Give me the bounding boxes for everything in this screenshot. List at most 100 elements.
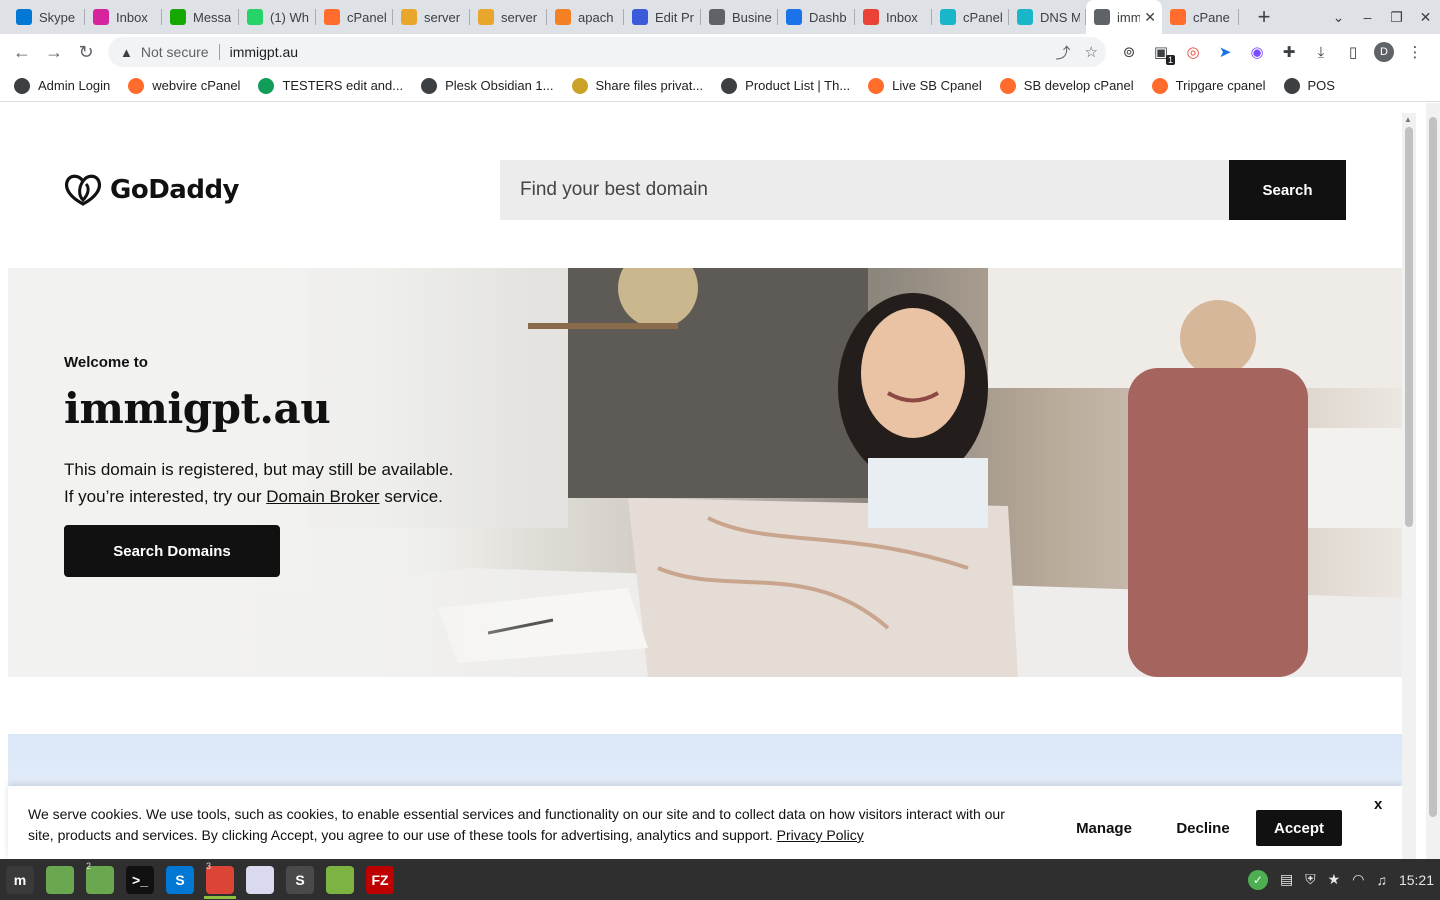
taskbar-app[interactable] xyxy=(40,859,80,900)
extension-icon[interactable]: ⊚ xyxy=(1118,41,1140,63)
skype-icon xyxy=(16,9,32,25)
bookmark-item[interactable]: Product List | Th... xyxy=(721,77,851,94)
page-scrollbar[interactable]: ▲ xyxy=(1402,113,1416,859)
back-icon[interactable]: ← xyxy=(6,36,38,68)
browser-tab[interactable]: cPanel xyxy=(932,0,1009,34)
profile-avatar[interactable]: D xyxy=(1374,42,1394,62)
extension-badge-icon[interactable]: ▣ 1 xyxy=(1150,41,1175,65)
bookmark-item[interactable]: SB develop cPanel xyxy=(999,77,1134,94)
browser-tab[interactable]: Edit Pr xyxy=(624,0,701,34)
restore-icon[interactable]: ❐ xyxy=(1382,9,1411,26)
browser-tab[interactable]: DNS M xyxy=(1009,0,1086,34)
bookmark-item[interactable]: Plesk Obsidian 1... xyxy=(421,77,554,94)
scroll-up-icon[interactable]: ▲ xyxy=(1404,115,1412,124)
star-icon[interactable]: ★ xyxy=(1328,871,1341,888)
tab-label: server xyxy=(424,9,461,25)
sound-icon[interactable]: ♫ xyxy=(1376,872,1387,888)
tab-label: server xyxy=(501,9,538,25)
scrollbar-thumb[interactable] xyxy=(1405,127,1413,527)
cpanel-icon xyxy=(324,9,340,25)
cookie-text: We serve cookies. We use tools, such as … xyxy=(28,804,1028,846)
tab-label: Messa xyxy=(193,9,232,25)
close-tab-icon[interactable]: ✕ xyxy=(1140,9,1156,26)
browser-tab[interactable]: Skype xyxy=(8,0,85,34)
domain-broker-link[interactable]: Domain Broker xyxy=(266,487,379,506)
taskbar-app[interactable]: >_ xyxy=(120,859,160,900)
taskbar-app[interactable] xyxy=(320,859,360,900)
accept-cookies-button[interactable]: Accept xyxy=(1256,810,1342,846)
browser-tab[interactable]: Busine xyxy=(701,0,778,34)
taskbar-app[interactable]: FZ xyxy=(360,859,400,900)
taskbar-app[interactable]: S xyxy=(160,859,200,900)
extension-ring-icon[interactable]: ◉ xyxy=(1246,41,1268,63)
taskbar-app[interactable]: 3 xyxy=(200,859,240,900)
bookmark-star-icon[interactable]: ☆ xyxy=(1085,43,1098,61)
bookmark-label: webvire cPanel xyxy=(152,78,241,93)
side-panel-icon[interactable]: ▯ xyxy=(1342,41,1364,63)
godaddy-logo[interactable]: GoDaddy xyxy=(64,173,240,207)
new-tab-button[interactable]: + xyxy=(1247,0,1281,34)
browser-tab[interactable]: server xyxy=(470,0,547,34)
shield-icon[interactable]: ⛨ xyxy=(1305,871,1316,888)
bookmark-label: POS xyxy=(1307,78,1335,93)
bookmark-item[interactable]: webvire cPanel xyxy=(128,77,241,94)
extensions-puzzle-icon[interactable]: ✚ xyxy=(1278,41,1300,63)
download-icon[interactable]: ⤓ xyxy=(1310,41,1332,63)
taskbar-app[interactable]: 2 xyxy=(80,859,120,900)
bookmark-item[interactable]: Share files privat... xyxy=(571,77,703,94)
availability-message: This domain is registered, but may still… xyxy=(64,456,504,510)
search-domains-button[interactable]: Search Domains xyxy=(64,525,280,577)
skype-icon: S xyxy=(166,865,194,894)
decline-cookies-button[interactable]: Decline xyxy=(1168,810,1238,846)
browser-tab[interactable]: server xyxy=(393,0,470,34)
taskbar-app[interactable] xyxy=(240,859,280,900)
address-bar[interactable]: ▲ Not secure immigpt.au ⤴ ☆ xyxy=(108,37,1106,67)
warning-icon[interactable]: ▲ xyxy=(120,45,133,60)
search-button[interactable]: Search xyxy=(1229,160,1346,220)
extension-arrow-icon[interactable]: ➤ xyxy=(1214,41,1236,63)
minimize-icon[interactable]: – xyxy=(1353,9,1382,25)
share-icon[interactable]: ⤴ xyxy=(1056,42,1071,63)
tab-search-icon[interactable]: ⌄ xyxy=(1324,9,1353,26)
close-cookie-banner-button[interactable]: x xyxy=(1374,796,1382,813)
browser-tab[interactable]: Inbox xyxy=(85,0,162,34)
taskbar-app[interactable]: S xyxy=(280,859,320,900)
privacy-policy-link[interactable]: Privacy Policy xyxy=(777,827,864,843)
taskbar-app[interactable]: m xyxy=(0,859,40,900)
bookmark-item[interactable]: Admin Login xyxy=(14,77,110,94)
domain-search-input[interactable] xyxy=(500,160,1229,220)
whatsapp-icon xyxy=(247,9,263,25)
browser-tab[interactable]: apach xyxy=(547,0,624,34)
bookmark-item[interactable]: Tripgare cpanel xyxy=(1151,77,1266,94)
url-text[interactable]: immigpt.au xyxy=(230,44,298,60)
cpanel-icon xyxy=(999,77,1016,94)
browser-tab[interactable]: (1) Wh xyxy=(239,0,316,34)
reload-icon[interactable]: ↻ xyxy=(70,36,102,68)
browser-tab[interactable]: cPane xyxy=(1162,0,1239,34)
wifi-icon[interactable]: ◠ xyxy=(1352,871,1364,888)
sheets-icon xyxy=(258,77,275,94)
bookmark-item[interactable]: POS xyxy=(1283,77,1335,94)
clock[interactable]: 15:21 xyxy=(1399,872,1434,888)
security-label[interactable]: Not secure xyxy=(141,44,209,60)
extension-circle-icon[interactable]: ◎ xyxy=(1182,41,1204,63)
browser-tab[interactable]: cPanel xyxy=(316,0,393,34)
clipboard-icon[interactable]: ▤ xyxy=(1280,871,1293,888)
browser-tab[interactable]: Inbox xyxy=(855,0,932,34)
extensions-area: ⊚ ▣ 1 ◎ ➤ ◉ ✚ ⤓ ▯ D ⋮ xyxy=(1118,34,1426,70)
outer-scrollbar-thumb[interactable] xyxy=(1429,117,1437,817)
manage-cookies-button[interactable]: Manage xyxy=(1066,810,1142,846)
close-window-icon[interactable]: ✕ xyxy=(1411,9,1440,26)
bookmark-item[interactable]: Live SB Cpanel xyxy=(868,77,982,94)
brand-wordmark: GoDaddy xyxy=(110,175,240,205)
update-ok-icon[interactable]: ✓ xyxy=(1247,869,1268,890)
tab-active[interactable]: imm ✕ xyxy=(1086,0,1162,34)
tab-label: cPanel xyxy=(963,9,1003,25)
menu-kebab-icon[interactable]: ⋮ xyxy=(1404,41,1426,63)
outer-scrollbar[interactable] xyxy=(1426,103,1440,859)
browser-tab[interactable]: Messa xyxy=(162,0,239,34)
bookmark-item[interactable]: TESTERS edit and... xyxy=(258,77,403,94)
bookmark-label: Product List | Th... xyxy=(745,78,851,93)
browser-tab[interactable]: Dashb xyxy=(778,0,855,34)
forward-icon[interactable]: → xyxy=(38,36,70,68)
